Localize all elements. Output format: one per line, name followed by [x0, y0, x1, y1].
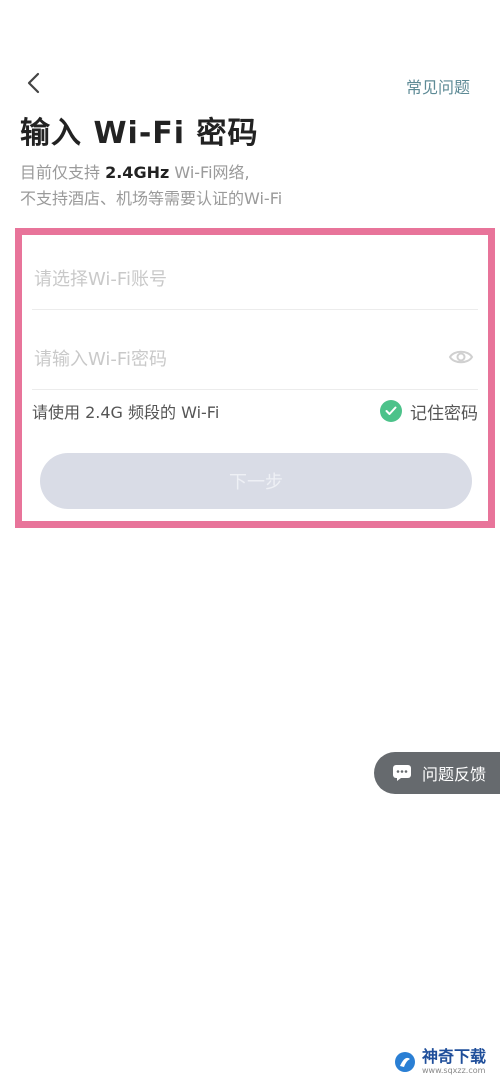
next-button[interactable]: 下一步	[40, 453, 472, 509]
ssid-field[interactable]	[32, 249, 478, 310]
remember-password-toggle[interactable]: 记住密码	[380, 399, 478, 424]
wifi-form-card: 请使用 2.4G 频段的 Wi-Fi 记住密码 下一步	[15, 228, 495, 528]
faq-link[interactable]: 常见问题	[406, 74, 470, 98]
page-title: 输入 Wi-Fi 密码	[20, 116, 259, 151]
ssid-input[interactable]	[32, 267, 478, 291]
eye-icon[interactable]	[448, 347, 474, 367]
watermark-text: 神奇下载 www.sqxzz.com	[422, 1048, 486, 1076]
message-icon	[393, 765, 411, 781]
subtitle-highlight: 2.4GHz	[105, 163, 170, 182]
watermark-title: 神奇下载	[421, 1047, 486, 1066]
feedback-button[interactable]: 问题反馈	[374, 752, 500, 794]
subtitle-suffix: Wi-Fi网络,	[169, 163, 250, 182]
watermark-url: www.sqxzz.com	[421, 1066, 486, 1075]
back-button[interactable]	[18, 68, 48, 98]
remember-checkbox[interactable]	[380, 400, 402, 422]
check-icon	[385, 406, 397, 415]
band-hint-text: 请使用 2.4G 频段的 Wi-Fi	[32, 403, 220, 422]
subtitle-line-1: 目前仅支持 2.4GHz Wi-Fi网络,	[20, 160, 282, 186]
subtitle-prefix: 目前仅支持	[20, 163, 106, 182]
feedback-label: 问题反馈	[422, 765, 487, 784]
back-arrow-icon	[27, 72, 40, 94]
subtitle-line-2: 不支持酒店、机场等需要认证的Wi-Fi	[20, 189, 283, 208]
hint-row: 请使用 2.4G 频段的 Wi-Fi 记住密码	[32, 393, 478, 429]
password-input[interactable]	[32, 347, 478, 371]
page-subtitle: 目前仅支持 2.4GHz Wi-Fi网络, 不支持酒店、机场等需要认证的Wi-F…	[20, 160, 282, 212]
password-field[interactable]	[32, 329, 478, 390]
logo-icon	[394, 1052, 415, 1072]
watermark: 神奇下载 www.sqxzz.com	[394, 1048, 486, 1076]
remember-password-label: 记住密码	[410, 403, 478, 424]
